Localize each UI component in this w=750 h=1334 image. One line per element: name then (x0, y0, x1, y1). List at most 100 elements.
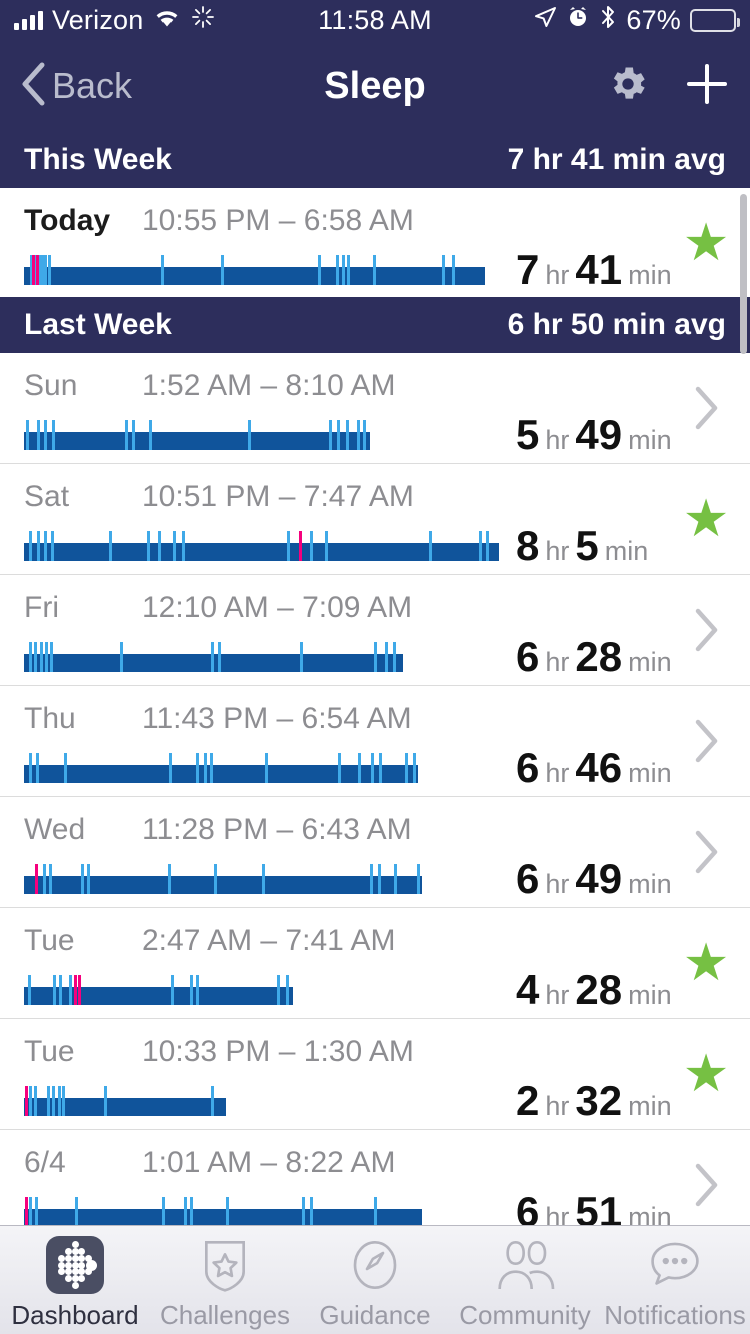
row-header: Fri12:10 AM – 7:09 AM (24, 575, 726, 625)
sleep-bar-container (24, 642, 504, 672)
sleep-bar-asleep-segment (24, 543, 499, 561)
sleep-log-row[interactable]: Tue10:33 PM – 1:30 AM2hr32min★ (0, 1019, 750, 1130)
gear-icon[interactable] (606, 62, 650, 111)
sleep-log-row[interactable]: Thu11:43 PM – 6:54 AM6hr46min (0, 686, 750, 797)
shield-star-icon (198, 1236, 252, 1294)
vertical-scrollbar[interactable] (740, 194, 747, 354)
tab-label: Notifications (604, 1300, 746, 1331)
sleep-bar-restless-tick (44, 255, 47, 285)
sleep-bar-restless-tick (442, 255, 445, 285)
sleep-bar-restless-tick (211, 1086, 214, 1116)
sleep-bar-restless-tick (479, 531, 482, 561)
row-disclosure-button[interactable] (682, 1161, 730, 1209)
row-time-range: 10:51 PM – 7:47 AM (142, 480, 414, 514)
sleep-bar-graph (24, 255, 504, 285)
sleep-bar-awake-tick (299, 531, 302, 561)
row-disclosure-button[interactable] (682, 717, 730, 765)
sleep-bar-restless-tick (277, 975, 280, 1005)
chevron-right-icon (692, 829, 720, 875)
sleep-bar-restless-tick (37, 420, 40, 450)
sleep-log-row[interactable]: Sat10:51 PM – 7:47 AM8hr5min★ (0, 464, 750, 575)
plus-icon[interactable] (684, 61, 730, 112)
sleep-bar-awake-tick (78, 975, 81, 1005)
sleep-bar-restless-tick (52, 1086, 55, 1116)
row-time-range: 1:52 AM – 8:10 AM (142, 369, 396, 403)
alarm-clock-icon (566, 5, 590, 36)
navigation-bar: Back Sleep (0, 40, 750, 132)
sleep-bar-restless-tick (287, 531, 290, 561)
row-header: Sun1:52 AM – 8:10 AM (24, 353, 726, 403)
sleep-bar-restless-tick (48, 255, 51, 285)
sleep-bar-container (24, 531, 504, 561)
section-header: This Week7 hr 41 min avg (0, 132, 750, 188)
sleep-bar-restless-tick (49, 864, 52, 894)
sleep-bar-restless-tick (81, 864, 84, 894)
tab-challenges[interactable]: Challenges (150, 1236, 300, 1331)
sleep-bar-restless-tick (190, 1197, 193, 1227)
sleep-bar-restless-tick (59, 975, 62, 1005)
duration-minutes-unit: min (628, 1091, 672, 1122)
row-body: 7hr41min (24, 246, 726, 294)
row-body: 6hr28min (24, 633, 726, 681)
duration-minutes: 41 (575, 246, 622, 294)
sleep-bar-restless-tick (36, 753, 39, 783)
row-time-range: 12:10 AM – 7:09 AM (142, 591, 412, 625)
sleep-log-row[interactable]: Tue2:47 AM – 7:41 AM4hr28min★ (0, 908, 750, 1019)
sleep-bar-restless-tick (29, 1086, 32, 1116)
row-day-label: Fri (24, 591, 142, 625)
row-day-label: Thu (24, 702, 142, 736)
sleep-log-list[interactable]: This Week7 hr 41 min avgToday10:55 PM – … (0, 132, 750, 1241)
row-disclosure-button[interactable] (682, 606, 730, 654)
row-header: Thu11:43 PM – 6:54 AM (24, 686, 726, 736)
sleep-bar-restless-tick (379, 753, 382, 783)
duration-minutes-unit: min (628, 425, 672, 456)
sleep-log-row[interactable]: Today10:55 PM – 6:58 AM7hr41min★ (0, 188, 750, 297)
duration-minutes-unit: min (628, 758, 672, 789)
tab-notifications[interactable]: Notifications (600, 1236, 750, 1331)
chevron-right-icon (692, 718, 720, 764)
row-header: Tue2:47 AM – 7:41 AM (24, 908, 726, 958)
sleep-log-row[interactable]: Wed11:28 PM – 6:43 AM6hr49min (0, 797, 750, 908)
sleep-bar-restless-tick (125, 420, 128, 450)
sleep-bar-restless-tick (171, 975, 174, 1005)
sleep-log-row[interactable]: Sun1:52 AM – 8:10 AM5hr49min (0, 353, 750, 464)
compass-icon (348, 1237, 402, 1293)
status-bar-right: 67% (432, 4, 736, 37)
sleep-goal-star-badge: ★ (682, 219, 730, 267)
duration-hours-unit: hr (545, 647, 569, 678)
chevron-right-icon (692, 385, 720, 431)
tab-community[interactable]: Community (450, 1236, 600, 1331)
sleep-bar-restless-tick (338, 753, 341, 783)
tab-guidance[interactable]: Guidance (300, 1236, 450, 1331)
sleep-goal-star-badge: ★ (682, 1050, 730, 1098)
sleep-bar-restless-tick (452, 255, 455, 285)
duration-minutes-unit: min (628, 869, 672, 900)
row-disclosure-button[interactable] (682, 828, 730, 876)
tab-dashboard[interactable]: Dashboard (0, 1236, 150, 1331)
sleep-bar-restless-tick (53, 975, 56, 1005)
sleep-bar-restless-tick (45, 642, 48, 672)
sleep-bar-container (24, 753, 504, 783)
sleep-log-row[interactable]: Fri12:10 AM – 7:09 AM 6hr28min (0, 575, 750, 686)
sleep-bar-restless-tick (413, 753, 416, 783)
navigation-actions (606, 61, 730, 112)
row-time-range: 10:33 PM – 1:30 AM (142, 1035, 414, 1069)
back-button[interactable]: Back (20, 62, 132, 111)
clock-label: 11:58 AM (318, 5, 432, 36)
sleep-bar-restless-tick (337, 420, 340, 450)
sleep-bar-restless-tick (405, 753, 408, 783)
row-disclosure-button[interactable] (682, 384, 730, 432)
duration-hours: 6 (516, 633, 539, 681)
location-arrow-icon (533, 5, 557, 36)
sleep-bar-restless-tick (190, 975, 193, 1005)
row-body: 2hr32min (24, 1077, 726, 1125)
sleep-bar-restless-tick (378, 864, 381, 894)
sleep-bar-restless-tick (394, 864, 397, 894)
sleep-bar-restless-tick (221, 255, 224, 285)
sleep-bar-container (24, 975, 504, 1005)
sleep-bar-container (24, 1197, 504, 1227)
row-time-range: 10:55 PM – 6:58 AM (142, 204, 414, 238)
section-title: This Week (24, 143, 172, 177)
duration-minutes: 32 (575, 1077, 622, 1125)
duration-minutes-unit: min (605, 536, 649, 567)
